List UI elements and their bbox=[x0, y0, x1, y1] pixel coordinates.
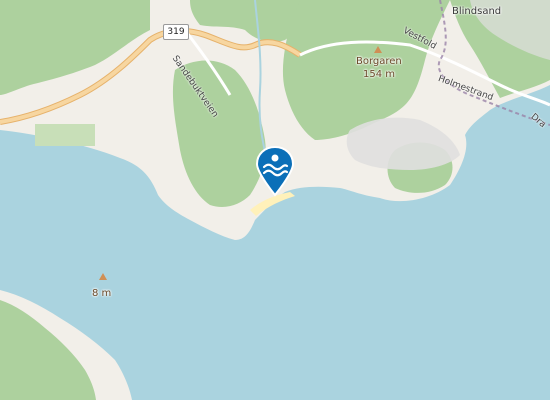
swimming-icon bbox=[255, 145, 295, 197]
place-label-blindsand: Blindsand bbox=[452, 6, 502, 17]
swimming-place-marker[interactable] bbox=[255, 145, 295, 197]
peak-label-borgaren: Borgaren bbox=[356, 56, 402, 67]
peak-elevation-sea: 8 m bbox=[92, 288, 112, 299]
map-view[interactable]: Blindsand Borgaren 154 m 8 m 319 Sandebu… bbox=[0, 0, 550, 400]
route-shield-319: 319 bbox=[163, 24, 189, 40]
map-base-layer bbox=[0, 0, 550, 400]
wetland bbox=[35, 124, 95, 146]
peak-elevation-borgaren: 154 m bbox=[363, 69, 396, 80]
